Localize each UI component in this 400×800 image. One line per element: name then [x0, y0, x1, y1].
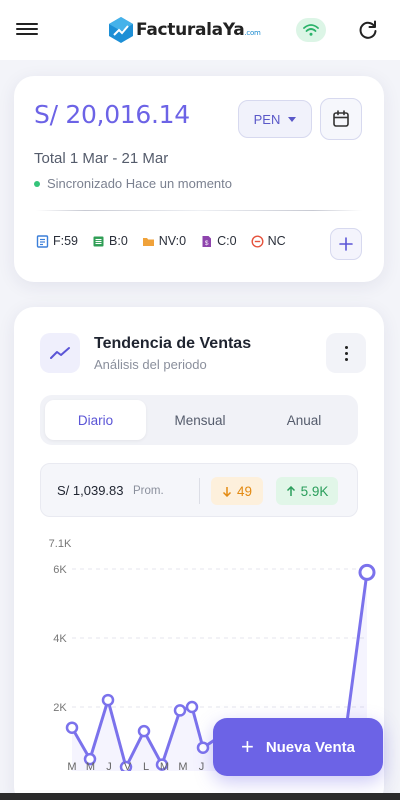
y-axis-max-label: 7.1K — [49, 538, 72, 550]
kebab-menu-icon — [344, 345, 348, 349]
trend-subtitle: Análisis del periodo — [94, 357, 207, 372]
tab-anual[interactable]: Anual — [254, 400, 354, 440]
currency-value: PEN — [253, 111, 281, 127]
system-nav-bar — [0, 793, 400, 800]
tab-diario[interactable]: Diario — [45, 400, 146, 440]
x-tick-label: J — [199, 761, 205, 771]
doc-counter-facturas[interactable]: F:59 — [36, 234, 78, 248]
y-tick-label: 4K — [53, 633, 67, 645]
new-sale-label: Nueva Venta — [265, 738, 356, 756]
logo: FacturalaYa.com — [108, 16, 261, 44]
document-counters: F:59 B:0 NV:0 $ C:0 NC — [36, 231, 326, 251]
logo-icon — [109, 17, 133, 43]
logo-text: FacturalaYa.com — [136, 20, 261, 40]
doc-counter-notas-venta[interactable]: NV:0 — [142, 234, 186, 248]
top-bar: FacturalaYa.com — [0, 0, 400, 60]
stats-divider — [199, 478, 200, 504]
min-value-badge: 49 — [211, 477, 263, 505]
invoice-icon — [36, 234, 49, 248]
x-tick-label: M — [86, 761, 95, 771]
chevron-down-icon — [288, 116, 297, 122]
sync-status: Sincronizado Hace un momento — [34, 176, 232, 191]
average-label: Prom. — [133, 485, 164, 497]
x-tick-label: J — [106, 761, 112, 771]
data-point — [173, 704, 187, 717]
status-dot-icon — [34, 180, 40, 187]
data-point — [196, 741, 210, 754]
arrow-down-icon — [222, 486, 232, 497]
plus-icon: + — [240, 734, 254, 759]
new-sale-button[interactable]: + Nueva Venta — [213, 718, 383, 776]
x-tick-label: M — [178, 761, 187, 771]
period-tabs: Diario Mensual Anual — [40, 395, 358, 445]
data-point — [137, 724, 151, 738]
date-picker-button[interactable] — [320, 98, 362, 140]
data-point — [101, 693, 115, 707]
data-point — [185, 700, 199, 714]
currency-select[interactable]: PEN — [238, 100, 312, 138]
y-tick-label: 2K — [53, 702, 67, 714]
stats-bar: S/ 1,039.83 Prom. 49 5.9K — [40, 463, 358, 517]
max-value-badge: 5.9K — [276, 477, 338, 505]
credit-note-icon: $ — [202, 235, 212, 247]
x-tick-label: L — [143, 761, 149, 771]
minus-circle-icon — [251, 234, 264, 248]
svg-text:$: $ — [205, 239, 209, 246]
add-document-button[interactable] — [330, 228, 362, 260]
divider — [36, 210, 362, 211]
plus-icon — [339, 237, 353, 251]
average-value: S/ 1,039.83 — [57, 483, 124, 498]
doc-counter-boletas[interactable]: B:0 — [92, 234, 128, 248]
doc-counter-notas-credito[interactable]: NC — [251, 234, 286, 248]
data-point — [358, 563, 376, 581]
connection-status-badge[interactable] — [296, 18, 326, 42]
trending-up-icon — [50, 347, 70, 359]
doc-counter-creditos[interactable]: $ C:0 — [200, 234, 237, 248]
wifi-icon — [303, 24, 319, 36]
total-amount: S/ 20,016.14 — [34, 100, 190, 129]
trend-icon-box — [40, 333, 80, 373]
x-tick-label: M — [160, 761, 169, 771]
folder-icon — [142, 237, 154, 246]
trend-title: Tendencia de Ventas — [94, 335, 252, 352]
more-options-button[interactable] — [326, 333, 366, 373]
x-tick-label: V — [124, 761, 132, 771]
data-point — [65, 721, 79, 734]
x-tick-label: M — [67, 761, 76, 771]
y-tick-label: 6K — [53, 564, 67, 576]
tab-mensual[interactable]: Mensual — [148, 400, 252, 440]
receipt-icon — [93, 236, 104, 246]
sales-summary-card: S/ 20,016.14 PEN Total 1 Mar - 21 Mar Si… — [14, 76, 384, 282]
sync-status-text: Sincronizado Hace un momento — [47, 176, 232, 191]
period-label: Total 1 Mar - 21 Mar — [34, 150, 169, 167]
hamburger-menu-icon[interactable] — [16, 20, 38, 40]
calendar-icon — [333, 110, 349, 127]
refresh-icon — [359, 20, 377, 39]
arrow-up-icon — [286, 485, 295, 496]
refresh-button[interactable] — [356, 18, 380, 42]
